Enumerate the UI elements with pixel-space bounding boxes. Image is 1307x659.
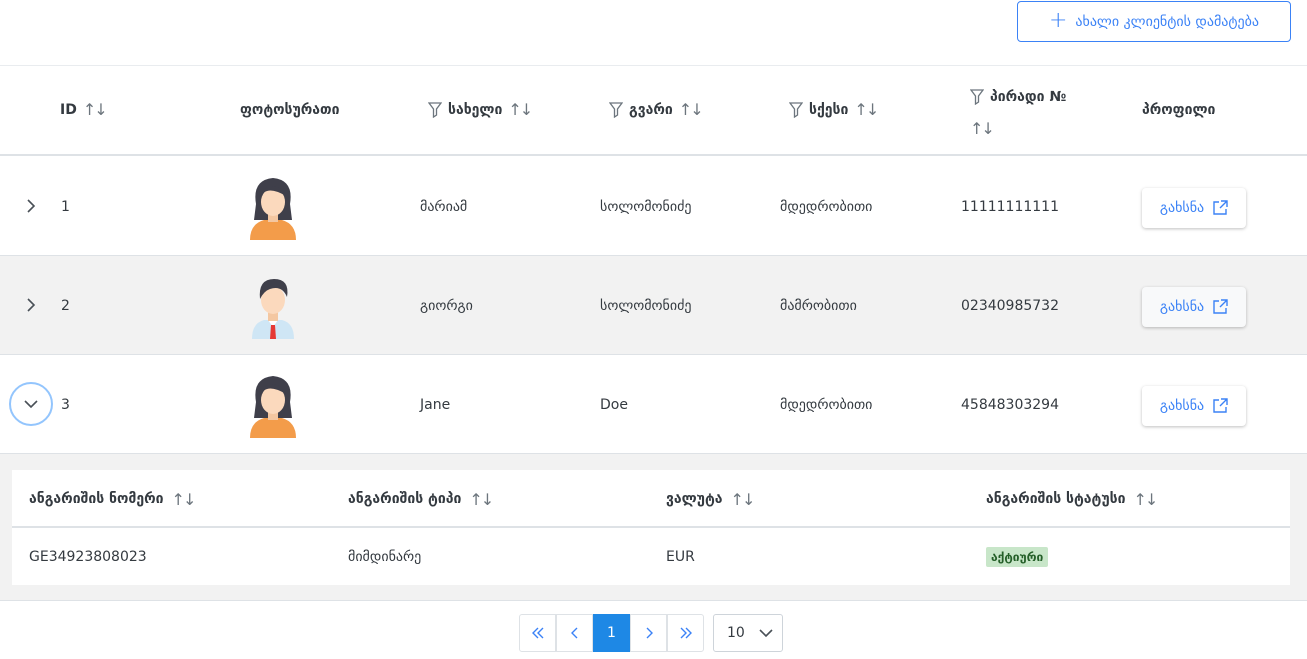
- chevron-down-icon: [759, 628, 773, 637]
- sort-icon[interactable]: ↑↓: [83, 100, 108, 119]
- chevron-right-icon: [27, 298, 36, 312]
- female-avatar-icon: [246, 372, 300, 438]
- plus-icon: +: [1048, 7, 1068, 33]
- chevron-right-icon: [27, 199, 36, 213]
- rows-per-page-dropdown[interactable]: 10: [713, 614, 783, 652]
- double-chevron-right-icon: [680, 627, 692, 639]
- column-header-account-status[interactable]: ანგარიშის სტატუსი ↑↓: [986, 470, 1158, 528]
- cell-personal-no: 11111111111: [961, 198, 1059, 215]
- column-header-account-number[interactable]: ანგარიშის ნომერი ↑↓: [29, 470, 197, 528]
- next-page-button[interactable]: [630, 614, 667, 652]
- last-page-button[interactable]: [667, 614, 704, 652]
- cell-sex: მამრობითი: [780, 297, 857, 314]
- table-header: ID ↑↓ ფოტოსურათი სახელი ↑↓ გვარი ↑↓ სქეს…: [0, 67, 1307, 156]
- sort-icon[interactable]: ↑↓: [508, 100, 533, 119]
- external-link-icon: [1213, 200, 1228, 215]
- column-header-personal-no[interactable]: პირადი №: [970, 89, 1066, 105]
- cell-personal-no: 02340985732: [961, 297, 1059, 314]
- female-avatar-icon: [246, 174, 300, 240]
- first-page-button[interactable]: [519, 614, 556, 652]
- chevron-left-icon: [570, 627, 577, 639]
- cell-personal-no: 45848303294: [961, 396, 1059, 413]
- male-avatar-icon: [246, 273, 300, 339]
- accounts-table-header: ანგარიშის ნომერი ↑↓ ანგარიშის ტიპი ↑↓ ვა…: [12, 470, 1290, 528]
- filter-icon[interactable]: [970, 89, 984, 105]
- sort-icon[interactable]: ↑↓: [731, 490, 756, 509]
- cell-sex: მდედრობითი: [780, 396, 873, 413]
- cell-account-number: GE34923808023: [29, 548, 147, 565]
- cell-id: 3: [61, 396, 70, 413]
- paginator: 1 10: [0, 602, 1307, 659]
- cell-first-name: გიორგი: [420, 297, 473, 314]
- column-header-sex[interactable]: სქესი ↑↓: [789, 100, 879, 119]
- cell-currency: EUR: [666, 548, 695, 565]
- status-badge: აქტიური: [986, 546, 1049, 567]
- cell-last-name: Doe: [600, 396, 628, 413]
- filter-icon[interactable]: [789, 101, 803, 118]
- column-header-profile: პროფილი: [1142, 102, 1216, 118]
- cell-last-name: სოლომონიძე: [600, 297, 692, 314]
- page-button-current[interactable]: 1: [593, 614, 630, 652]
- column-header-currency[interactable]: ვალუტა ↑↓: [666, 470, 756, 528]
- add-client-button[interactable]: + ახალი კლიენტის დამატება: [1017, 1, 1291, 42]
- column-header-id[interactable]: ID ↑↓: [60, 100, 108, 119]
- double-chevron-left-icon: [531, 627, 543, 639]
- table-row: 1 მარიამ სოლომონიძე მდედრობითი 111111111…: [0, 157, 1307, 256]
- cell-account-type: მიმდინარე: [348, 548, 422, 565]
- cell-first-name: მარიამ: [420, 198, 468, 215]
- column-header-first-name[interactable]: სახელი ↑↓: [428, 100, 533, 119]
- chevron-right-icon: [646, 627, 653, 639]
- cell-first-name: Jane: [420, 396, 451, 413]
- cell-last-name: სოლომონიძე: [600, 198, 692, 215]
- row-expander-button[interactable]: [9, 283, 53, 327]
- open-profile-button[interactable]: გახსნა: [1142, 386, 1246, 426]
- filter-icon[interactable]: [428, 101, 442, 118]
- row-expansion: ანგარიშის ნომერი ↑↓ ანგარიშის ტიპი ↑↓ ვა…: [0, 454, 1307, 601]
- sort-icon[interactable]: ↑↓: [1133, 490, 1158, 509]
- external-link-icon: [1213, 398, 1228, 413]
- sort-icon[interactable]: ↑↓: [172, 490, 197, 509]
- row-expander-button[interactable]: [9, 184, 53, 228]
- sort-icon[interactable]: ↑↓: [854, 100, 879, 119]
- column-header-last-name[interactable]: გვარი ↑↓: [609, 100, 704, 119]
- rows-per-page-value: 10: [727, 625, 745, 641]
- column-header-account-type[interactable]: ანგარიშის ტიპი ↑↓: [348, 470, 494, 528]
- sort-icon[interactable]: ↑↓: [679, 100, 704, 119]
- add-client-label: ახალი კლიენტის დამატება: [1075, 13, 1260, 30]
- row-expander-button[interactable]: [9, 382, 53, 426]
- sort-icon[interactable]: ↑↓: [970, 119, 995, 138]
- column-header-photo: ფოტოსურათი: [240, 102, 340, 118]
- external-link-icon: [1213, 299, 1228, 314]
- table-row: 3 Jane Doe მდედრობითი 45848303294 გახსნა: [0, 355, 1307, 454]
- chevron-down-icon: [24, 400, 38, 409]
- prev-page-button[interactable]: [556, 614, 593, 652]
- cell-id: 2: [61, 297, 70, 314]
- sort-icon[interactable]: ↑↓: [469, 490, 494, 509]
- table-row: 2 გიორგი სოლომონიძე მამრობითი 0234098573…: [0, 256, 1307, 355]
- cell-account-status: აქტიური: [986, 528, 1049, 585]
- open-profile-button[interactable]: გახსნა: [1142, 287, 1246, 327]
- filter-icon[interactable]: [609, 101, 623, 118]
- cell-sex: მდედრობითი: [780, 198, 873, 215]
- open-profile-button[interactable]: გახსნა: [1142, 188, 1246, 228]
- toolbar: + ახალი კლიენტის დამატება: [0, 0, 1307, 66]
- accounts-table: ანგარიშის ნომერი ↑↓ ანგარიშის ტიპი ↑↓ ვა…: [12, 470, 1290, 585]
- cell-id: 1: [61, 198, 70, 215]
